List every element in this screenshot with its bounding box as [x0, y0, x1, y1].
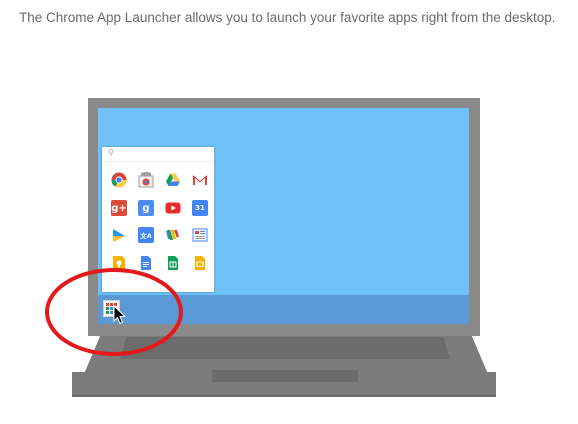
highlight-circle — [45, 268, 183, 356]
